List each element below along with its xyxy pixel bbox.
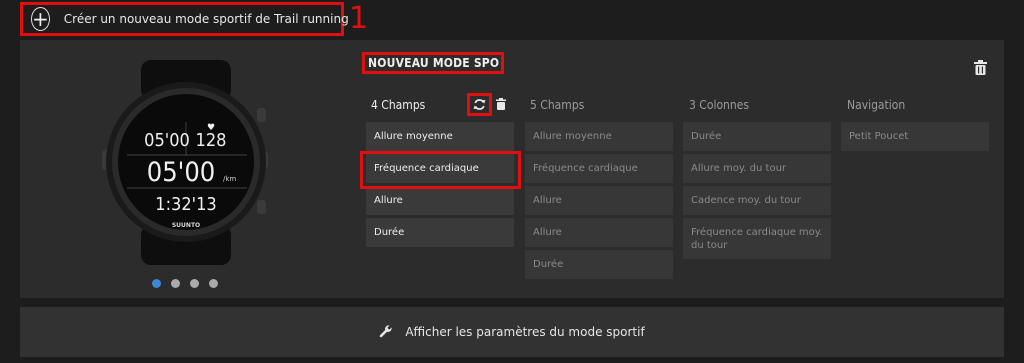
pager-dot[interactable] bbox=[171, 279, 180, 288]
highlight-frame bbox=[360, 151, 521, 189]
pager-dot-active[interactable] bbox=[152, 279, 161, 288]
top-bar: + Créer un nouveau mode sportif de Trail… bbox=[0, 0, 1024, 40]
watch-time: 1:32'13 bbox=[155, 194, 216, 215]
create-sport-mode-button[interactable]: + Créer un nouveau mode sportif de Trail… bbox=[20, 2, 349, 36]
column-3-columns-title[interactable]: 3 Colonnes bbox=[689, 98, 749, 112]
field-slot[interactable]: Allure bbox=[366, 186, 514, 215]
watch-pace-unit: /km bbox=[223, 175, 236, 183]
field-slot[interactable]: Allure bbox=[525, 218, 673, 247]
refresh-button[interactable] bbox=[467, 93, 492, 116]
delete-mode-trash-icon[interactable] bbox=[974, 60, 987, 75]
field-slot[interactable]: Allure moyenne bbox=[525, 122, 673, 151]
field-slot[interactable]: Durée bbox=[525, 250, 673, 279]
annotation-1: 1 bbox=[349, 1, 369, 36]
field-slot[interactable]: Fréquence cardiaque bbox=[525, 154, 673, 183]
watch-brand-logo: SUUNTO bbox=[172, 222, 200, 229]
watch-heart-rate: 128 bbox=[196, 130, 227, 151]
pager-dot[interactable] bbox=[209, 279, 218, 288]
column-navigation-title[interactable]: Navigation bbox=[847, 98, 905, 112]
field-slot[interactable]: Cadence moy. du tour bbox=[683, 186, 831, 215]
field-slot[interactable]: Allure moyenne bbox=[366, 122, 514, 151]
field-slot[interactable]: Durée bbox=[683, 122, 831, 151]
heart-icon: ♥ bbox=[207, 123, 215, 133]
column-4-fields-title[interactable]: 4 Champs bbox=[371, 98, 425, 112]
field-slot[interactable]: Allure bbox=[525, 186, 673, 215]
watch-avg-pace: 05'00 bbox=[144, 130, 190, 151]
field-slot[interactable]: Petit Poucet bbox=[841, 122, 989, 151]
watch-preview: 05'00 128 ♥ 05'00 /km 1:32'13 SUUNTO bbox=[102, 60, 268, 265]
field-slot[interactable]: Fréquence cardiaque moy. du tour bbox=[683, 218, 831, 259]
show-settings-label: Afficher les paramètres du mode sportif bbox=[405, 325, 645, 339]
delete-layout-trash-icon[interactable] bbox=[496, 98, 506, 110]
mode-name-field[interactable]: NOUVEAU MODE SPO bbox=[362, 52, 504, 74]
watch-pace: 05'00 bbox=[147, 157, 215, 188]
plus-icon: + bbox=[31, 7, 50, 31]
pager-dot[interactable] bbox=[190, 279, 199, 288]
show-settings-button[interactable]: Afficher les paramètres du mode sportif bbox=[20, 307, 1004, 357]
create-sport-mode-label: Créer un nouveau mode sportif de Trail r… bbox=[63, 12, 349, 26]
field-slot[interactable]: Durée bbox=[366, 218, 514, 247]
column-5-fields-title[interactable]: 5 Champs bbox=[530, 98, 584, 112]
refresh-icon bbox=[473, 99, 486, 110]
wrench-icon bbox=[380, 325, 392, 338]
field-slot[interactable]: Allure moy. du tour bbox=[683, 154, 831, 183]
